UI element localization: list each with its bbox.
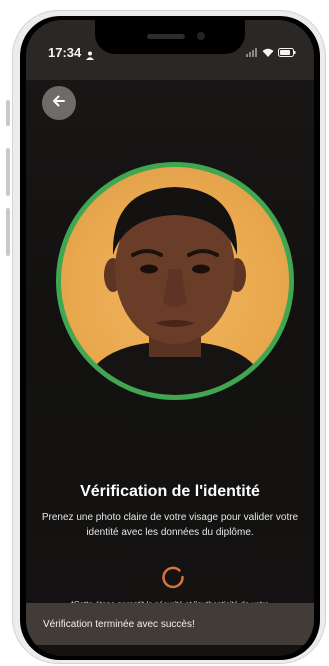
arrow-left-icon — [51, 93, 67, 114]
toast-message: Vérification terminée avec succès! — [43, 618, 195, 630]
app-screen: 17:34 Vérification de l'identité Prenez … — [26, 20, 314, 656]
status-time: 17:34 — [48, 45, 82, 60]
face-photo — [61, 167, 289, 395]
back-button[interactable] — [42, 86, 76, 120]
side-button-volume-up — [6, 148, 10, 196]
page-title: Vérification de l'identité — [80, 483, 260, 500]
loading-spinner — [158, 562, 188, 592]
front-camera — [197, 32, 205, 40]
speaker-grill — [147, 34, 185, 39]
side-button-volume-down — [6, 208, 10, 256]
status-icons — [246, 44, 296, 62]
side-button-action — [6, 100, 10, 126]
battery-icon — [278, 44, 296, 62]
notch — [95, 20, 245, 54]
wifi-icon — [262, 44, 274, 62]
face-photo-frame — [56, 162, 294, 400]
success-toast: Vérification terminée avec succès! — [26, 603, 314, 645]
signal-icon — [246, 44, 258, 62]
person-icon — [86, 47, 94, 65]
page-subtitle: Prenez une photo claire de votre visage … — [41, 512, 299, 538]
phone-bezel: 17:34 Vérification de l'identité Prenez … — [20, 16, 320, 660]
